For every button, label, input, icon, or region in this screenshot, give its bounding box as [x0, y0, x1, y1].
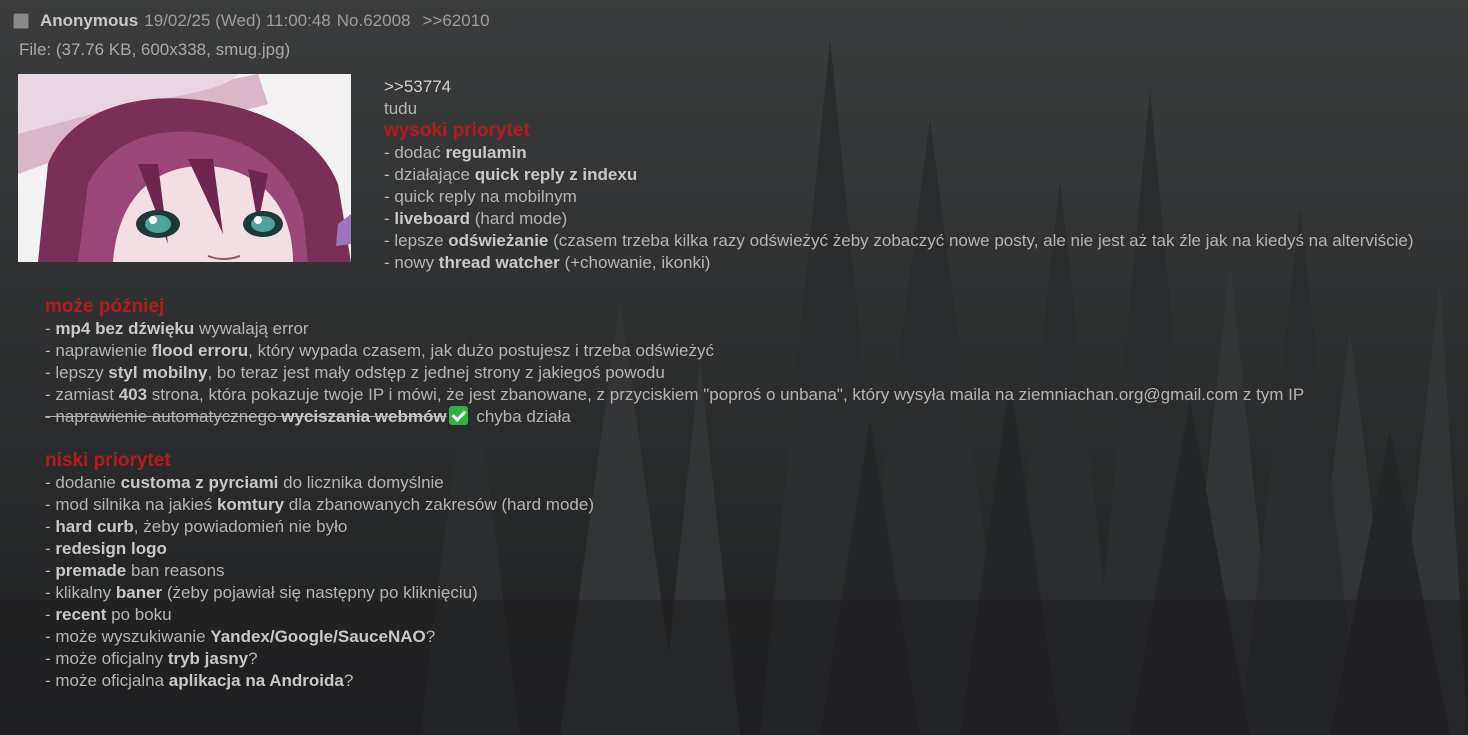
strikethrough-text: - naprawienie automatycznego wyciszania …: [45, 407, 447, 426]
post-date: 19/02/25 (Wed) 11:00:48: [144, 11, 331, 30]
list-item: - mp4 bez dźwięku wywalają error: [45, 319, 309, 338]
list-item: - redesign logo: [45, 539, 167, 558]
heading-low-priority: niski priorytet: [45, 450, 171, 471]
list-item: - naprawienie flood erroru, który wypada…: [45, 341, 714, 360]
thumbnail-spacer: [45, 76, 384, 264]
reply-backlink[interactable]: >>62010: [422, 11, 489, 31]
post-header: Anonymous 19/02/25 (Wed) 11:00:48 No.620…: [13, 10, 490, 32]
file-info: File: (37.76 KB, 600x338, smug.jpg): [19, 40, 291, 59]
post-message: >>53774 tudu wysoki priorytet - dodać re…: [45, 76, 1445, 692]
list-item: - recent po boku: [45, 605, 172, 624]
list-item: - może oficjalna aplikacja na Androida?: [45, 671, 354, 690]
list-item: - zamiast 403 strona, która pokazuje two…: [45, 385, 1305, 404]
list-item: - premade ban reasons: [45, 561, 225, 580]
list-item: - dodanie customa z pyrciami do licznika…: [45, 473, 444, 492]
list-item: - może oficjalny tryb jasny?: [45, 649, 258, 668]
list-item: - mod silnika na jakieś komtury dla zban…: [45, 495, 594, 514]
post-select-checkbox[interactable]: [13, 13, 29, 29]
check-mark-icon: [448, 406, 468, 425]
heading-maybe-later: może później: [45, 296, 165, 317]
list-item: - lepszy styl mobilny, bo teraz jest mał…: [45, 363, 665, 382]
list-item: - może wyszukiwanie Yandex/Google/SauceN…: [45, 627, 436, 646]
post-number-link[interactable]: No.62008: [337, 11, 411, 31]
quote-link[interactable]: >>53774: [384, 77, 451, 96]
poster-name: Anonymous: [40, 11, 139, 30]
list-item: - klikalny baner (żeby pojawiał się nast…: [45, 583, 478, 602]
list-item: - naprawienie automatycznego wyciszania …: [45, 406, 571, 426]
list-item: - hard curb, żeby powiadomień nie było: [45, 517, 348, 536]
